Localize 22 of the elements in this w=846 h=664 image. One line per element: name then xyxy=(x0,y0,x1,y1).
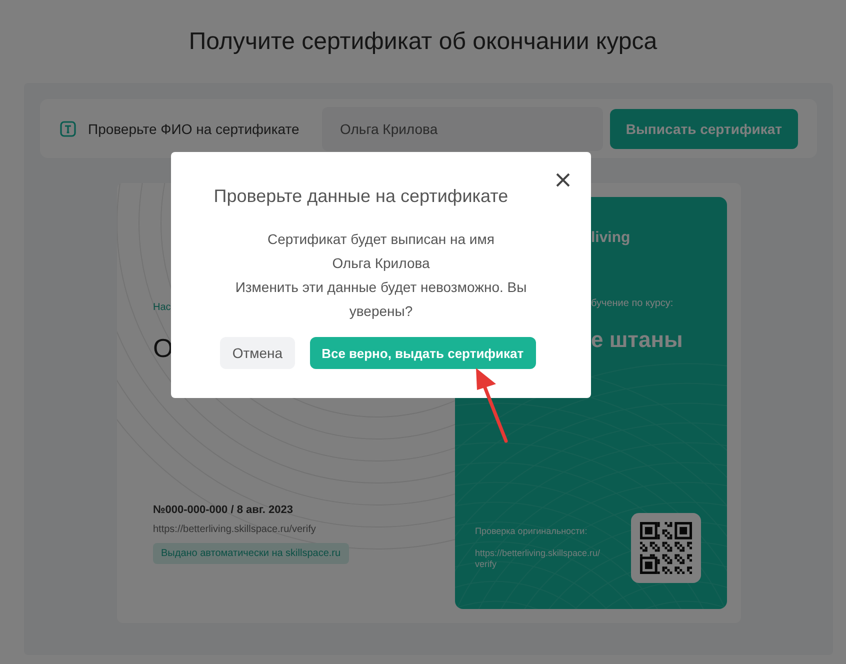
name-field[interactable]: Ольга Крилова xyxy=(322,106,603,150)
close-icon[interactable] xyxy=(555,172,571,188)
issued-badge: Выдано автоматически на skillspace.ru xyxy=(153,543,349,564)
certificate-number: №000-000-000 / 8 авг. 2023 xyxy=(153,504,293,516)
verify-url: https://betterliving.skillspace.ru/ verify xyxy=(475,548,602,571)
course-name: е штаны xyxy=(591,327,683,353)
issue-button[interactable]: Выписать сертификат xyxy=(610,108,798,148)
cancel-button[interactable]: Отмена xyxy=(220,337,295,369)
verify-url: https://betterliving.skillspace.ru/verify xyxy=(153,524,316,535)
verify-label: Проверка оригинальности: xyxy=(475,526,588,536)
text-icon xyxy=(60,120,76,136)
dialog-title: Проверьте данные на сертификате xyxy=(214,186,508,207)
dialog-text: Сертификат будет выписан на имя xyxy=(268,230,494,249)
dialog-text: Изменить эти данные будет невозможно. Вы уверены? xyxy=(234,278,528,321)
confirm-button[interactable]: Все верно, выдать сертификат xyxy=(310,337,536,369)
qr-code-icon xyxy=(631,513,701,583)
field-label: Проверьте ФИО на сертификате xyxy=(88,120,300,136)
certificate-caption: Нас xyxy=(153,302,171,313)
school-logo: living xyxy=(591,229,630,246)
page-title: Получите сертификат об окончании курса xyxy=(188,27,658,57)
dialog-text: Ольга Крилова xyxy=(332,254,430,273)
course-caption: бучение по курсу: xyxy=(591,298,674,309)
